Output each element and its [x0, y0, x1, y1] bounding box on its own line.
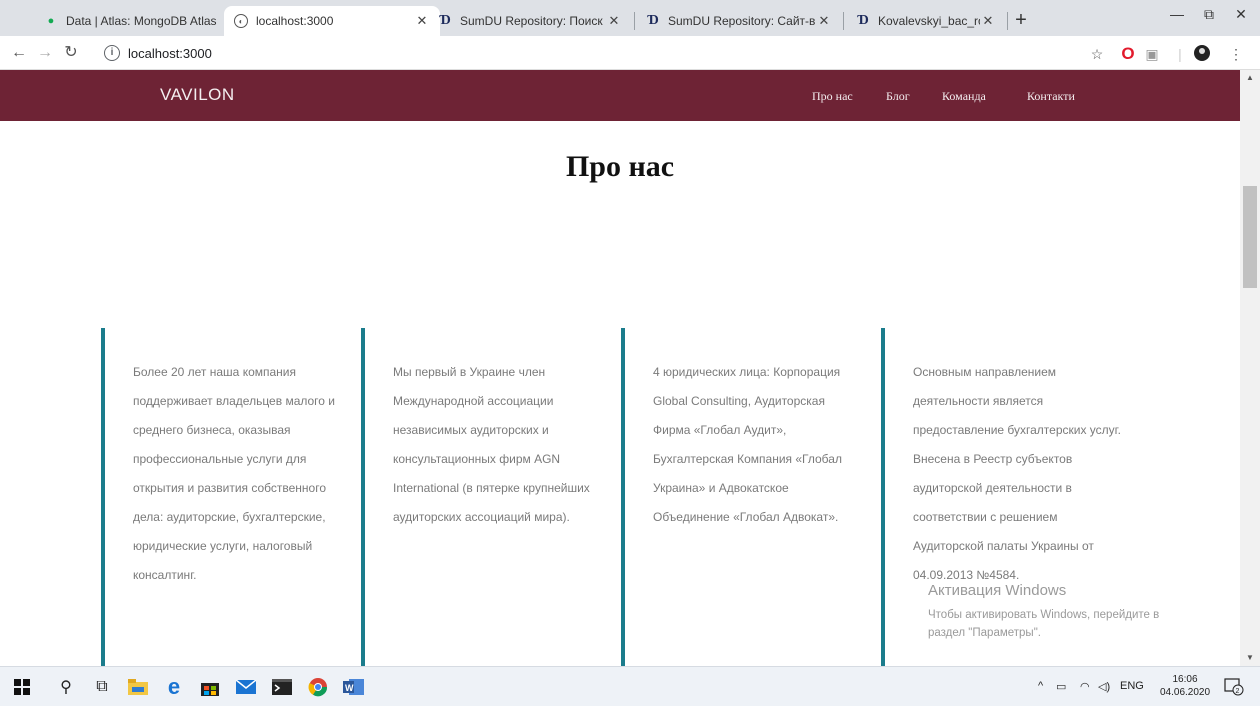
tab-mongodb-atlas[interactable]: ● Data | Atlas: MongoDB Atlas ✕ — [34, 6, 250, 36]
nav-link-about[interactable]: Про нас — [812, 89, 853, 104]
tab-sumdu-search[interactable]: Ɗ SumDU Repository: Поиск ✕ — [428, 6, 632, 36]
tab-localhost[interactable]: ◐ localhost:3000 ✕ — [224, 6, 440, 36]
tab-title: SumDU Repository: Сайт-візит — [668, 14, 816, 28]
about-column-1: Более 20 лет наша компания поддерживает … — [101, 328, 341, 666]
browser-toolbar: ← → ↻ i localhost:3000 ☆ O ▣ | ⋮ — [0, 36, 1260, 70]
about-text: Мы первый в Украине член Международной а… — [393, 365, 590, 524]
back-arrow-icon[interactable]: ← — [8, 42, 30, 64]
browser-tabstrip: ● Data | Atlas: MongoDB Atlas ✕ ◐ localh… — [0, 0, 1260, 36]
address-bar[interactable]: i localhost:3000 — [104, 40, 1114, 66]
volume-icon[interactable]: ◁) — [1098, 680, 1110, 693]
task-view-icon[interactable]: ⧉ — [90, 675, 114, 699]
page-viewport: VAVILON Про нас Блог Команда Контакти Пр… — [0, 70, 1240, 666]
extension-icon[interactable]: ▣ — [1142, 44, 1162, 64]
forward-arrow-icon[interactable]: → — [34, 42, 56, 64]
page-scrollbar[interactable]: ▲ ▼ — [1240, 70, 1260, 666]
dspace-logo-icon: Ɗ — [857, 13, 869, 28]
about-text: Более 20 лет наша компания поддерживает … — [133, 365, 335, 582]
tab-sumdu-site[interactable]: Ɗ SumDU Repository: Сайт-візит ✕ — [636, 6, 842, 36]
file-explorer-icon[interactable] — [126, 675, 150, 699]
about-text: Основным направлением деятельности являе… — [913, 365, 1121, 582]
avatar-icon — [1194, 45, 1210, 61]
tab-title: localhost:3000 — [256, 14, 334, 28]
show-hidden-icons-icon[interactable]: ^ — [1038, 680, 1043, 692]
toolbar-divider: | — [1178, 46, 1182, 62]
nav-link-contacts[interactable]: Контакти — [1027, 89, 1075, 104]
dspace-logo-icon: Ɗ — [439, 13, 451, 28]
about-column-2: Мы первый в Украине член Международной а… — [361, 328, 601, 666]
mail-icon[interactable] — [234, 675, 258, 699]
tab-title: Kovalevskyi_bac_rob.pdf — [878, 14, 980, 28]
notification-count: 2 — [1236, 688, 1240, 695]
nav-link-blog[interactable]: Блог — [886, 89, 910, 104]
terminal-icon[interactable] — [270, 675, 294, 699]
dspace-logo-icon: Ɗ — [647, 13, 659, 28]
tab-separator — [843, 12, 844, 30]
windows-taskbar: ⚲ ⧉ e W ^ ▭ ◠ ◁) ENG 16:06 04.06.2020 2 — [0, 666, 1260, 706]
close-icon[interactable]: ✕ — [980, 13, 996, 29]
address-text: localhost:3000 — [128, 45, 212, 61]
tab-pdf[interactable]: Ɗ Kovalevskyi_bac_rob.pdf ✕ — [846, 6, 1006, 36]
mongodb-leaf-icon: ● — [47, 15, 55, 27]
about-text: 4 юридических лица: Корпорация Global Co… — [653, 365, 842, 524]
watermark-text: Чтобы активировать Windows, перейдите в … — [928, 606, 1218, 642]
scroll-up-arrow-icon[interactable]: ▲ — [1240, 70, 1260, 86]
svg-text:W: W — [345, 683, 354, 693]
windows-start-icon[interactable] — [10, 675, 34, 699]
reload-icon[interactable]: ↻ — [60, 42, 82, 64]
keyboard-icon[interactable]: ▭ — [1056, 680, 1066, 693]
watermark-line: раздел "Параметры". — [928, 627, 1041, 639]
close-icon[interactable]: ✕ — [606, 13, 622, 29]
tab-separator — [634, 12, 635, 30]
language-indicator[interactable]: ENG — [1120, 680, 1144, 692]
notification-center-icon[interactable]: 2 — [1222, 675, 1246, 699]
close-window-button[interactable]: ✕ — [1226, 6, 1256, 28]
scroll-down-arrow-icon[interactable]: ▼ — [1240, 650, 1260, 666]
watermark-line: Чтобы активировать Windows, перейдите в — [928, 609, 1160, 621]
info-icon[interactable]: i — [104, 45, 120, 61]
globe-icon: ◐ — [234, 14, 248, 28]
store-icon[interactable] — [198, 675, 222, 699]
watermark-title: Активация Windows — [928, 582, 1067, 599]
page-title: Про нас — [565, 150, 675, 183]
nav-link-team[interactable]: Команда — [942, 89, 986, 104]
system-clock[interactable]: 16:06 04.06.2020 — [1160, 673, 1210, 699]
wifi-icon[interactable]: ◠ — [1080, 680, 1090, 693]
restore-button[interactable]: ⧉ — [1194, 6, 1224, 28]
about-column-3: 4 юридических лица: Корпорация Global Co… — [621, 328, 861, 666]
search-icon[interactable]: ⚲ — [54, 675, 78, 699]
tab-separator — [1007, 12, 1008, 30]
opera-icon[interactable]: O — [1118, 44, 1138, 64]
clock-date: 04.06.2020 — [1160, 687, 1211, 698]
windows-activation-watermark: Активация Windows Чтобы активировать Win… — [928, 582, 1159, 639]
tab-title: SumDU Repository: Поиск — [460, 14, 603, 28]
tab-title: Data | Atlas: MongoDB Atlas — [66, 14, 217, 28]
edge-browser-icon[interactable]: e — [162, 674, 186, 699]
close-icon[interactable]: ✕ — [816, 13, 832, 29]
avatar[interactable] — [1192, 44, 1212, 64]
minimize-button[interactable]: — — [1162, 6, 1192, 28]
site-navbar: VAVILON Про нас Блог Команда Контакти — [0, 70, 1240, 121]
star-icon[interactable]: ☆ — [1087, 44, 1107, 64]
menu-dots-icon[interactable]: ⋮ — [1226, 44, 1246, 64]
clock-time: 16:06 — [1172, 674, 1198, 685]
word-icon[interactable]: W — [342, 675, 366, 699]
site-brand[interactable]: VAVILON — [160, 85, 235, 105]
chrome-icon[interactable] — [306, 675, 330, 699]
scrollbar-thumb[interactable] — [1243, 186, 1257, 288]
new-tab-button[interactable]: + — [1010, 10, 1032, 32]
